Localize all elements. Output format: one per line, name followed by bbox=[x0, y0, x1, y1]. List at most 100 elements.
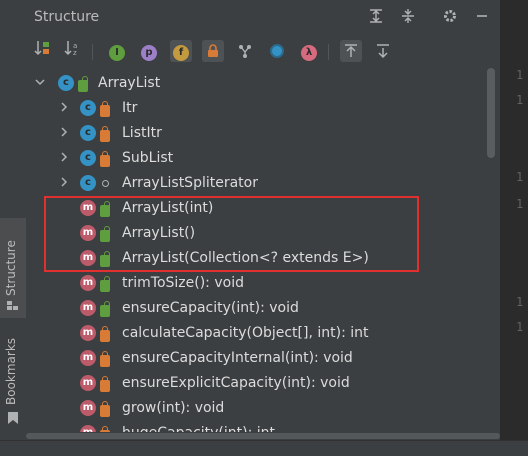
chevron-right-icon[interactable] bbox=[58, 176, 70, 191]
tree-item[interactable]: m ensureExplicitCapacity(int): void bbox=[26, 371, 486, 396]
fields-icon: f bbox=[173, 45, 189, 61]
method-icon: m bbox=[80, 325, 96, 341]
method-icon: m bbox=[80, 300, 96, 316]
left-tool-strip: Structure Bookmarks bbox=[0, 0, 27, 455]
tree-item[interactable]: m calculateCapacity(Object[], int): int bbox=[26, 321, 486, 346]
class-icon: c bbox=[80, 100, 96, 116]
sort-alphabetically-icon: az bbox=[64, 41, 77, 57]
bookmark-icon bbox=[8, 412, 18, 424]
gear-icon[interactable] bbox=[440, 8, 460, 28]
tree-item-label: Itr bbox=[122, 100, 138, 116]
method-icon: m bbox=[80, 275, 96, 291]
tree-root[interactable]: c ArrayList bbox=[26, 71, 486, 96]
expand-all-icon[interactable] bbox=[366, 8, 386, 28]
tree-item-label: ArrayList bbox=[98, 75, 161, 91]
panel-title: Structure bbox=[34, 9, 100, 25]
line-number: 1 bbox=[516, 93, 524, 107]
method-icon: m bbox=[80, 400, 96, 416]
sort-alphabetically-button[interactable]: az bbox=[62, 40, 84, 62]
lock-icon bbox=[208, 44, 218, 57]
vertical-scrollbar[interactable] bbox=[487, 68, 495, 158]
toolbar-separator bbox=[92, 44, 93, 60]
show-non-public-button[interactable] bbox=[202, 40, 224, 62]
show-inherited-button[interactable]: I bbox=[106, 40, 128, 62]
chevron-right-icon[interactable] bbox=[58, 126, 70, 141]
structure-toolbar: az I p f λ bbox=[26, 36, 500, 68]
line-number: 1 bbox=[516, 320, 524, 334]
chevron-right-icon[interactable] bbox=[58, 101, 70, 116]
highlight-box bbox=[44, 196, 419, 272]
svg-text:z: z bbox=[73, 49, 77, 56]
class-icon: c bbox=[80, 150, 96, 166]
autoscroll-to-source-button[interactable] bbox=[340, 40, 362, 62]
line-number: 1 bbox=[516, 170, 524, 184]
show-lambdas-button[interactable]: λ bbox=[298, 40, 320, 62]
editor-gutter bbox=[500, 0, 528, 455]
tree-item-label: ListItr bbox=[122, 125, 162, 141]
tree-item[interactable]: m ensureCapacityInternal(int): void bbox=[26, 346, 486, 371]
horizontal-scrollbar[interactable] bbox=[26, 432, 500, 440]
class-icon: c bbox=[58, 75, 74, 91]
tree-item-label: trimToSize(): void bbox=[122, 275, 244, 291]
method-icon: m bbox=[80, 350, 96, 366]
toolbar-separator bbox=[328, 44, 329, 60]
tree-item-label: ensureCapacity(int): void bbox=[122, 300, 299, 316]
tree-item[interactable]: c Itr bbox=[26, 96, 486, 121]
private-icon bbox=[100, 401, 110, 417]
properties-icon: p bbox=[141, 45, 157, 61]
lambda-icon: λ bbox=[301, 45, 317, 61]
public-icon bbox=[100, 301, 110, 317]
class-icon: c bbox=[80, 175, 96, 191]
tree-item-label: SubList bbox=[122, 150, 174, 166]
sort-by-visibility-icon bbox=[34, 41, 49, 56]
tree-item[interactable]: m ensureCapacity(int): void bbox=[26, 296, 486, 321]
tree-item-label: calculateCapacity(Object[], int): int bbox=[122, 325, 369, 341]
private-icon bbox=[100, 351, 110, 367]
private-icon bbox=[100, 151, 110, 167]
panel-header: Structure bbox=[26, 0, 500, 36]
show-members-button[interactable] bbox=[266, 40, 288, 62]
private-icon bbox=[100, 126, 110, 142]
line-number: 1 bbox=[516, 68, 524, 82]
anonymous-classes-icon bbox=[239, 45, 251, 58]
package-private-icon bbox=[102, 180, 109, 187]
show-properties-button[interactable]: p bbox=[138, 40, 160, 62]
method-icon: m bbox=[80, 375, 96, 391]
tree-item-label: ensureCapacityInternal(int): void bbox=[122, 350, 353, 366]
tree-item-label: ensureExplicitCapacity(int): void bbox=[122, 375, 350, 391]
scrollbar-thumb[interactable] bbox=[26, 433, 500, 439]
sort-by-visibility-button[interactable] bbox=[32, 40, 54, 62]
tree-item-label: ArrayListSpliterator bbox=[122, 175, 258, 191]
show-fields-button[interactable]: f bbox=[170, 40, 192, 62]
circle-icon bbox=[270, 44, 284, 58]
private-icon bbox=[100, 376, 110, 392]
line-number: 1 bbox=[516, 197, 524, 211]
structure-tool-tab[interactable]: Structure bbox=[0, 218, 26, 318]
inherited-icon: I bbox=[109, 45, 125, 61]
class-icon: c bbox=[80, 125, 96, 141]
minimize-icon[interactable] bbox=[472, 8, 492, 28]
autoscroll-to-source-icon bbox=[345, 44, 357, 57]
structure-tab-icon bbox=[7, 300, 19, 310]
tree-item[interactable]: c ArrayListSpliterator bbox=[26, 171, 486, 196]
public-icon bbox=[78, 76, 88, 92]
show-anonymous-classes-button[interactable] bbox=[234, 40, 256, 62]
tree-item[interactable]: c SubList bbox=[26, 146, 486, 171]
private-icon bbox=[100, 326, 110, 342]
tree-item-label: grow(int): void bbox=[122, 400, 225, 416]
tree-item[interactable]: c ListItr bbox=[26, 121, 486, 146]
line-number: 1 bbox=[516, 295, 524, 309]
collapse-all-icon[interactable] bbox=[398, 8, 418, 28]
public-icon bbox=[100, 276, 110, 292]
chevron-down-icon[interactable] bbox=[34, 76, 46, 91]
autoscroll-from-source-icon bbox=[377, 44, 389, 59]
private-icon bbox=[100, 101, 110, 117]
autoscroll-from-source-button[interactable] bbox=[372, 40, 394, 62]
tree-item[interactable]: m grow(int): void bbox=[26, 396, 486, 421]
tree-item[interactable]: m trimToSize(): void bbox=[26, 271, 486, 296]
bookmarks-tool-tab[interactable]: Bookmarks bbox=[0, 330, 26, 430]
chevron-right-icon[interactable] bbox=[58, 151, 70, 166]
status-bar bbox=[0, 440, 528, 456]
structure-tab-label: Structure bbox=[4, 240, 18, 296]
bookmarks-tab-label: Bookmarks bbox=[4, 337, 18, 405]
